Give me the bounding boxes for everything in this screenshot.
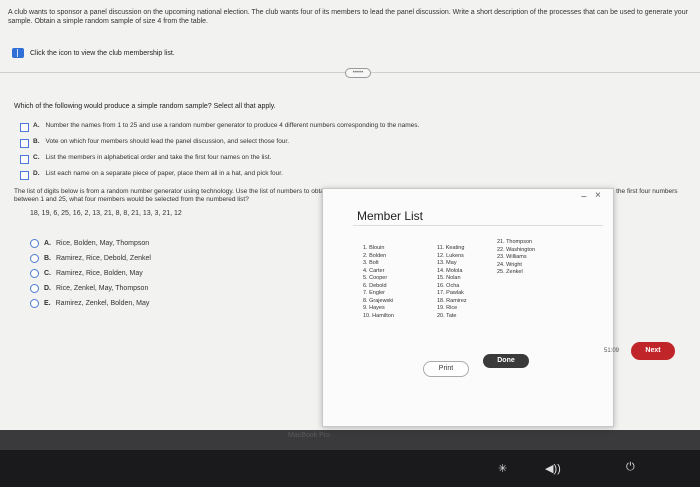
answer-letter: C.: [44, 270, 51, 277]
member-name: 5. Cooper: [363, 275, 388, 281]
answer-list: A. Rice, Bolden, May, Thompson B. Ramire…: [30, 236, 151, 311]
problem-intro: A club wants to sponsor a panel discussi…: [8, 9, 688, 25]
member-name: 12. Lukens: [437, 252, 464, 259]
answer-text: Ramirez, Rice, Bolden, May: [56, 270, 143, 277]
member-name: 8. Grajewski: [363, 297, 394, 304]
checkbox[interactable]: [20, 171, 29, 180]
option-text: Vote on which four members should lead t…: [45, 138, 290, 145]
member-name: 23. Williams: [497, 254, 527, 260]
member-name: 10. Hamilton: [363, 312, 394, 319]
member-list-link[interactable]: Click the icon to view the club membersh…: [12, 48, 175, 58]
option-letter: C.: [33, 154, 40, 161]
member-name: 2. Bolden: [363, 252, 387, 259]
answer-letter: E.: [44, 300, 51, 307]
dialog-divider: [353, 225, 603, 226]
print-button[interactable]: Print: [423, 361, 469, 377]
checkbox[interactable]: [20, 155, 29, 164]
option-b[interactable]: B. Vote on which four members should lea…: [20, 138, 700, 154]
option-a[interactable]: A. Number the names from 1 to 25 and use…: [20, 122, 700, 138]
option-c[interactable]: C. List the members in alphabetical orde…: [20, 154, 700, 170]
answer-text: Rice, Bolden, May, Thompson: [56, 240, 150, 247]
radio-button[interactable]: [30, 299, 39, 308]
close-icon[interactable]: ×: [595, 190, 601, 201]
option-letter: D.: [33, 170, 40, 177]
member-name: 18. Ramirez: [437, 297, 467, 304]
brightness-icon[interactable]: ✳: [498, 462, 507, 475]
timer: 51:09: [604, 348, 620, 354]
member-name: 3. Bolt: [363, 260, 379, 266]
answer-c[interactable]: C. Ramirez, Rice, Bolden, May: [30, 266, 151, 281]
member-name: 11. Keating: [437, 245, 465, 251]
volume-icon[interactable]: ◀)): [545, 462, 561, 475]
screen: A club wants to sponsor a panel discussi…: [0, 0, 700, 430]
power-icon[interactable]: ⏻: [626, 461, 635, 474]
collapse-toggle[interactable]: •••••: [345, 68, 371, 78]
member-column-2: 11. Keating 12. Lukens 13. May 14. Molol…: [437, 245, 467, 320]
member-name: 14. Molola: [437, 267, 463, 274]
member-name: 17. Pawlak: [437, 290, 464, 296]
answer-text: Ramirez, Rice, Debold, Zenkel: [56, 255, 151, 262]
member-name: 24. Wright: [497, 261, 522, 268]
member-column-1: 1. Blouin 2. Bolden 3. Bolt 4. Carter 5.…: [363, 245, 394, 320]
done-button[interactable]: Done: [483, 354, 529, 368]
option-text: Number the names from 1 to 25 and use a …: [45, 122, 420, 129]
checkbox[interactable]: [20, 139, 29, 148]
option-list: A. Number the names from 1 to 25 and use…: [20, 122, 700, 186]
member-name: 13. May: [437, 260, 457, 266]
radio-button[interactable]: [30, 269, 39, 278]
member-name: 19. Rice: [437, 305, 458, 311]
dialog-title: Member List: [357, 209, 424, 223]
keyboard-row: ✳ ◀)) ⏻: [0, 450, 700, 487]
member-name: 22. Washington: [497, 246, 536, 253]
member-name: 4. Carter: [363, 267, 385, 274]
member-name: 25. Zenkel: [497, 269, 523, 275]
member-name: 16. Ocha: [437, 282, 460, 289]
member-name: 6. Debold: [363, 282, 387, 289]
radio-button[interactable]: [30, 239, 39, 248]
answer-d[interactable]: D. Rice, Zenkel, May, Thompson: [30, 281, 151, 296]
answer-text: Ramirez, Zenkel, Bolden, May: [55, 300, 150, 307]
radio-button[interactable]: [30, 254, 39, 263]
answer-a[interactable]: A. Rice, Bolden, May, Thompson: [30, 236, 151, 251]
question-text: Which of the following would produce a s…: [14, 103, 276, 110]
option-d[interactable]: D. List each name on a separate piece of…: [20, 170, 700, 186]
book-icon[interactable]: [12, 48, 24, 58]
minimize-icon[interactable]: −: [581, 192, 587, 203]
member-name: 9. Hayes: [363, 305, 385, 311]
radio-button[interactable]: [30, 284, 39, 293]
answer-letter: A.: [44, 240, 51, 247]
member-link-label: Click the icon to view the club membersh…: [30, 49, 175, 57]
bezel-label: MacBook Pro: [288, 432, 331, 439]
option-text: List each name on a separate piece of pa…: [45, 170, 283, 177]
answer-b[interactable]: B. Ramirez, Rice, Debold, Zenkel: [30, 251, 151, 266]
member-list-dialog: − × Member List 1. Blouin 2. Bolden 3. B…: [322, 188, 614, 427]
answer-letter: B.: [44, 255, 51, 262]
member-name: 21. Thompson: [497, 239, 533, 245]
member-name: 7. Engler: [363, 290, 386, 296]
member-name: 1. Blouin: [363, 245, 385, 251]
answer-text: Rice, Zenkel, May, Thompson: [56, 285, 149, 292]
option-letter: A.: [33, 122, 40, 129]
checkbox[interactable]: [20, 123, 29, 132]
member-column-3: 21. Thompson 22. Washington 23. Williams…: [497, 239, 535, 277]
answer-e[interactable]: E. Ramirez, Zenkel, Bolden, May: [30, 296, 151, 311]
answer-letter: D.: [44, 285, 51, 292]
next-button[interactable]: Next: [631, 342, 675, 360]
random-digits: 18, 19, 6, 25, 16, 2, 13, 21, 8, 8, 21, …: [30, 210, 182, 217]
option-letter: B.: [33, 138, 40, 145]
member-name: 20. Tate: [437, 312, 457, 319]
member-name: 15. Nolan: [437, 275, 461, 281]
option-text: List the members in alphabetical order a…: [45, 154, 272, 161]
